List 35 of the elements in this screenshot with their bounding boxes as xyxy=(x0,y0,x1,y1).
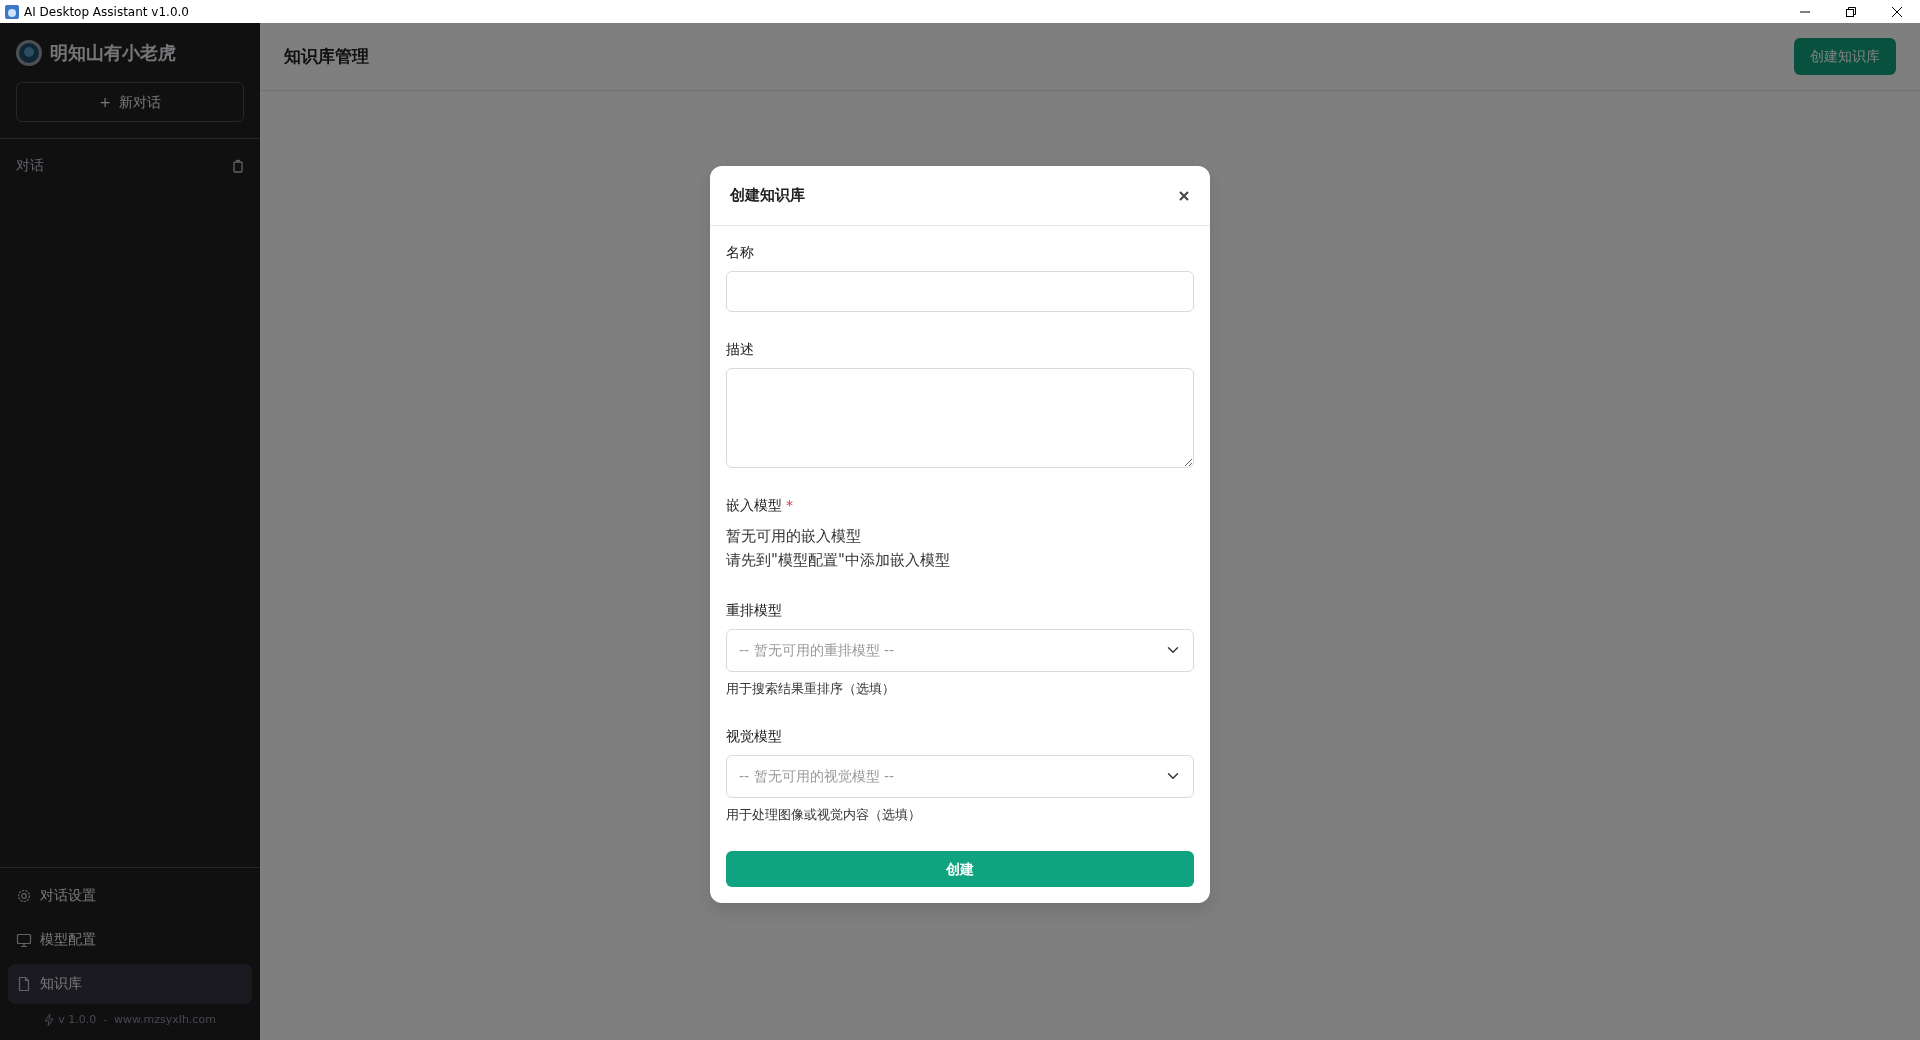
field-label: 重排模型 xyxy=(726,600,782,620)
close-icon xyxy=(1178,189,1190,202)
model-select[interactable]: -- 暂无可用的视觉模型 -- xyxy=(726,754,1194,798)
avatar-icon xyxy=(16,39,42,66)
restore-icon xyxy=(1846,6,1856,17)
field-label: 描述 xyxy=(726,340,754,360)
bolt-icon xyxy=(44,1012,55,1027)
notice-text: 请先到"模型配置"中添加嵌入模型 xyxy=(726,550,951,572)
window-title: AI Desktop Assistant v1.0.0 xyxy=(24,3,190,21)
help-text: 用于处理图像或视觉内容（选填） xyxy=(726,805,922,824)
field-label: 视觉模型 xyxy=(726,726,782,746)
field-label: 名称 xyxy=(726,243,754,262)
close-button[interactable] xyxy=(1178,189,1190,202)
description-input[interactable] xyxy=(726,368,1194,469)
model-select[interactable]: -- 暂无可用的重排模型 -- xyxy=(726,628,1194,672)
brand-name: 明知山有小老虎 xyxy=(50,41,176,65)
new-chat-button[interactable]: + 新对话 xyxy=(16,82,244,122)
dialog-title: 创建知识库 xyxy=(730,185,805,207)
name-input[interactable] xyxy=(726,271,1194,312)
help-text: 用于搜索结果重排序（选填） xyxy=(726,679,896,698)
version-text: v 1.0.0 - www.mzsyxlh.com xyxy=(58,1011,216,1028)
required-mark: * xyxy=(786,496,793,516)
minimize-icon xyxy=(1800,10,1810,13)
create-knowledge-base-button[interactable]: 创建知识库 xyxy=(1794,38,1896,75)
section-label: 对话 xyxy=(16,156,44,175)
monitor-icon xyxy=(16,931,32,948)
field-label: 嵌入模型 xyxy=(726,496,782,516)
submit-button[interactable]: 创建 xyxy=(726,851,1194,888)
page-title: 知识库管理 xyxy=(284,44,369,68)
gear-icon xyxy=(16,887,32,904)
trash-icon xyxy=(232,158,244,173)
notice-text: 暂无可用的嵌入模型 xyxy=(726,526,862,548)
file-icon xyxy=(16,975,32,992)
close-icon xyxy=(1892,6,1902,17)
app-icon xyxy=(4,3,20,20)
